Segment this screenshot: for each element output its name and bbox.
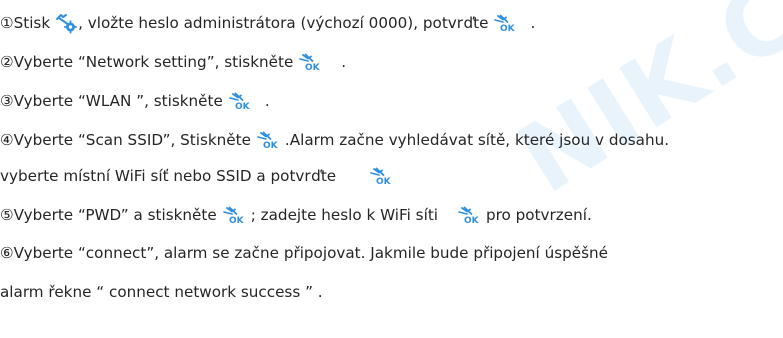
step-1-text-mid: , vložte heslo administrátora (výchozí 0… bbox=[78, 14, 489, 32]
step-5-text-mid: ; zadejte heslo k WiFi síti bbox=[250, 206, 438, 224]
step-4-text-start: ④Vyberte “Scan SSID”, Stiskněte bbox=[0, 131, 251, 149]
step-4-continued: vyberte místní WiFi síť nebo SSID a potv… bbox=[0, 165, 398, 187]
step-4-text-end: .Alarm začne vyhledávat sítě, které jsou… bbox=[284, 131, 670, 149]
step-5-text-start: ⑤Vyberte “PWD” a stiskněte bbox=[0, 206, 217, 224]
step-6-text: ⑥Vyberte “connect”, alarm se začne připo… bbox=[0, 244, 609, 262]
step-1-text-start: ①Stisk bbox=[0, 14, 51, 32]
step-4-continued-text: vyberte místní WiFi síť nebo SSID a potv… bbox=[0, 167, 337, 185]
step-1-text-end: . bbox=[530, 14, 536, 32]
step-6: ⑥Vyberte “connect”, alarm se začne připo… bbox=[0, 242, 608, 264]
step-6-continued-text: alarm řekne “ connect network success ” … bbox=[0, 283, 323, 301]
ok-icon bbox=[297, 53, 324, 71]
ok-icon bbox=[227, 92, 254, 110]
step-3: ③Vyberte “WLAN ”, stiskněte. bbox=[0, 90, 270, 112]
ok-icon bbox=[221, 206, 248, 224]
ok-icon bbox=[456, 206, 483, 224]
step-3-text-end: . bbox=[264, 92, 270, 110]
ok-icon bbox=[368, 167, 395, 185]
step-3-text-start: ③Vyberte “WLAN ”, stiskněte bbox=[0, 92, 223, 110]
step-2-text-start: ②Vyberte “Network setting”, stiskněte bbox=[0, 53, 294, 71]
ok-icon bbox=[255, 131, 282, 149]
ok-icon bbox=[492, 14, 519, 32]
step-4: ④Vyberte “Scan SSID”, Stiskněte .Alarm za… bbox=[0, 129, 669, 151]
step-5: ⑤Vyberte “PWD” a stiskněte ; zadejte hesl… bbox=[0, 204, 592, 226]
step-5-text-end: pro potvrzení. bbox=[486, 206, 592, 224]
settings-icon bbox=[55, 12, 77, 34]
step-2-text-end: . bbox=[341, 53, 347, 71]
watermark: NIK.CZ bbox=[500, 0, 783, 215]
step-2: ②Vyberte “Network setting”, stiskněte. bbox=[0, 51, 346, 73]
step-6-continued: alarm řekne “ connect network success ” … bbox=[0, 281, 323, 303]
step-1: ①Stisk , vložte heslo administrátora (výc… bbox=[0, 12, 535, 34]
